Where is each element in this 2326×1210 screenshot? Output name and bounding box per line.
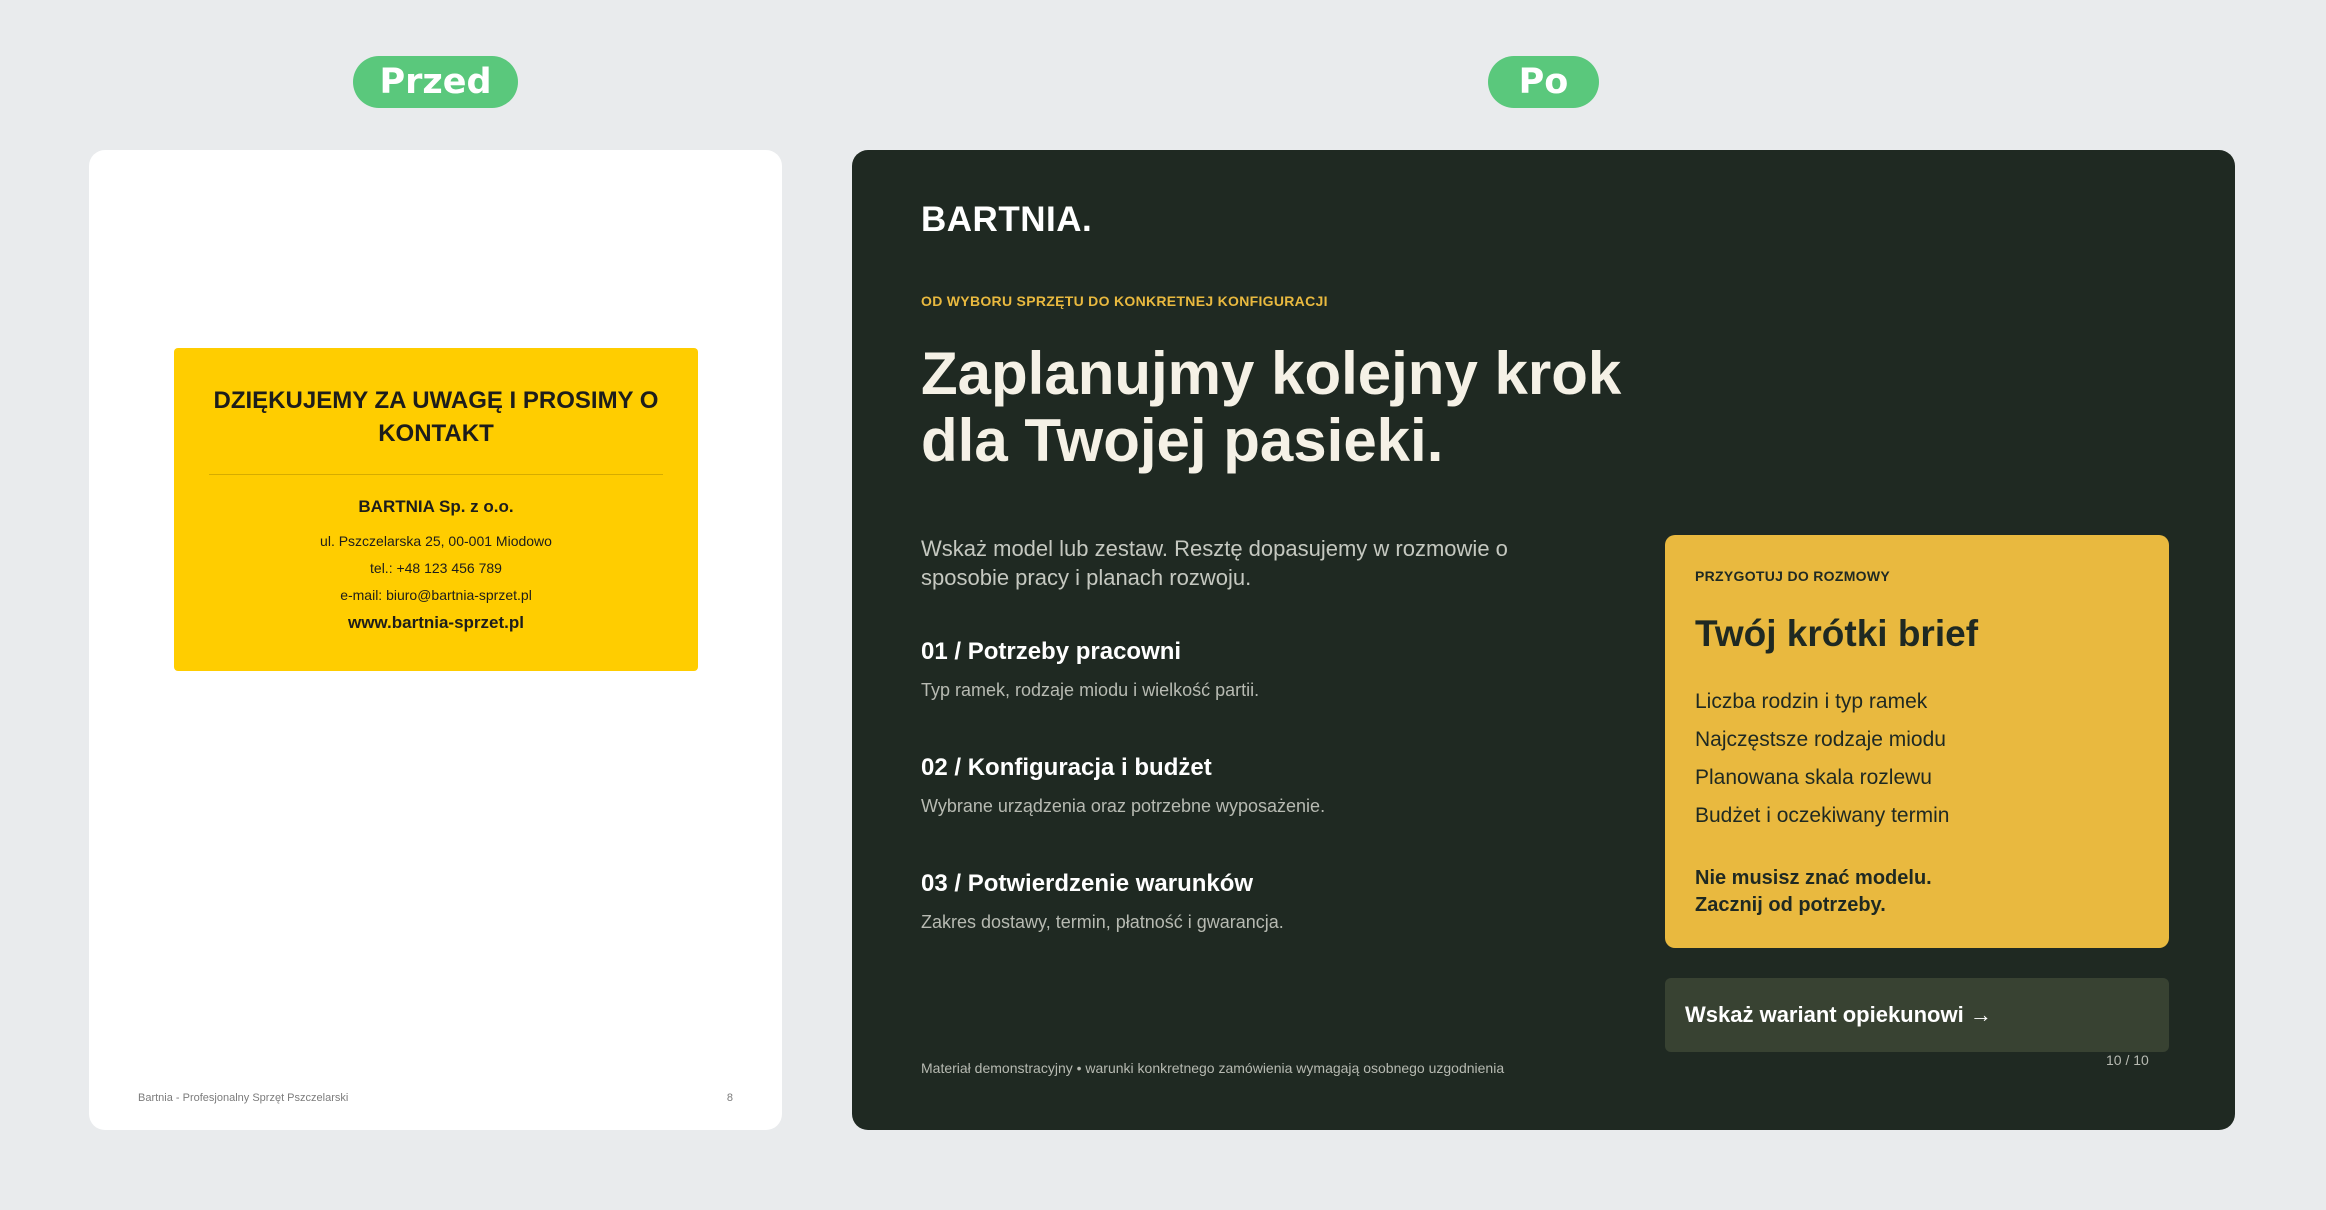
cta-button[interactable]: Wskaż wariant opiekunowi → <box>1665 978 2169 1052</box>
before-label: Przed <box>353 56 518 108</box>
brief-note-line: Nie musisz znać modelu. <box>1695 867 1932 889</box>
step-title: 01 / Potrzeby pracowni <box>921 638 1182 665</box>
company-website: www.bartnia-sprzet.pl <box>347 613 524 632</box>
step-item: 01 / Potrzeby pracowni Typ ramek, rodzaj… <box>921 638 1621 701</box>
brief-list-item: Budżet i oczekiwany termin <box>1695 804 1950 827</box>
step-item: 03 / Potwierdzenie warunków Zakres dosta… <box>921 870 1621 933</box>
company-email: e-mail: biuro@bartnia-sprzet.pl <box>340 587 532 603</box>
contact-box: DZIĘKUJEMY ZA UWAGĘ I PROSIMY O KONTAKT … <box>174 348 698 671</box>
before-footer-text: Bartnia - Profesjonalny Sprzęt Pszczelar… <box>138 1092 349 1104</box>
brief-list: Liczba rodzin i typ ramek Najczęstsze ro… <box>1695 690 1949 842</box>
company-phone: tel.: +48 123 456 789 <box>370 560 502 576</box>
brief-note: Nie musisz znać modelu. Zacznij od potrz… <box>1695 865 1932 919</box>
contact-divider <box>209 474 663 475</box>
brand-logo: BARTNIA. <box>921 200 1093 239</box>
eyebrow-text: OD WYBORU SPRZĘTU DO KONKRETNEJ KONFIGUR… <box>921 293 1328 309</box>
step-description: Typ ramek, rodzaje miodu i wielkość part… <box>921 680 1260 700</box>
before-page-number: 8 <box>726 1092 733 1104</box>
step-item: 02 / Konfiguracja i budżet Wybrane urząd… <box>921 754 1621 817</box>
brief-card: PRZYGOTUJ DO ROZMOWY Twój krótki brief L… <box>1665 535 2169 948</box>
brief-list-item: Najczęstsze rodzaje miodu <box>1695 728 1946 751</box>
company-address: ul. Pszczelarska 25, 00-001 Miodowo <box>320 533 552 549</box>
after-label: Po <box>1488 56 1599 108</box>
intro-text: Wskaż model lub zestaw. Resztę dopasujem… <box>921 536 1508 590</box>
after-slide: BARTNIA. OD WYBORU SPRZĘTU DO KONKRETNEJ… <box>852 150 2235 1130</box>
after-footer: Materiał demonstracyjny • warunki konkre… <box>921 1060 1505 1076</box>
brief-title: Twój krótki brief <box>1695 613 1979 654</box>
step-description: Zakres dostawy, termin, płatność i gwara… <box>921 912 1284 932</box>
before-slide: DZIĘKUJEMY ZA UWAGĘ I PROSIMY O KONTAKT … <box>89 150 782 1130</box>
brief-list-item: Liczba rodzin i typ ramek <box>1695 690 1928 713</box>
brief-note-line: Zacznij od potrzeby. <box>1695 894 1886 916</box>
brief-list-item: Planowana skala rozlewu <box>1695 766 1932 789</box>
step-title: 03 / Potwierdzenie warunków <box>921 870 1254 897</box>
contact-title: DZIĘKUJEMY ZA UWAGĘ I PROSIMY O KONTAKT <box>213 387 659 447</box>
company-name: BARTNIA Sp. z o.o. <box>358 497 514 516</box>
headline: Zaplanujmy kolejny krok dla Twojej pasie… <box>921 340 1622 474</box>
step-title: 02 / Konfiguracja i budżet <box>921 754 1212 781</box>
before-footer: Bartnia - Profesjonalny Sprzęt Pszczelar… <box>138 1092 733 1104</box>
after-page-number: 10 / 10 <box>2106 1052 2149 1068</box>
step-description: Wybrane urządzenia oraz potrzebne wyposa… <box>921 796 1326 816</box>
brief-eyebrow: PRZYGOTUJ DO ROZMOWY <box>1695 568 1890 584</box>
